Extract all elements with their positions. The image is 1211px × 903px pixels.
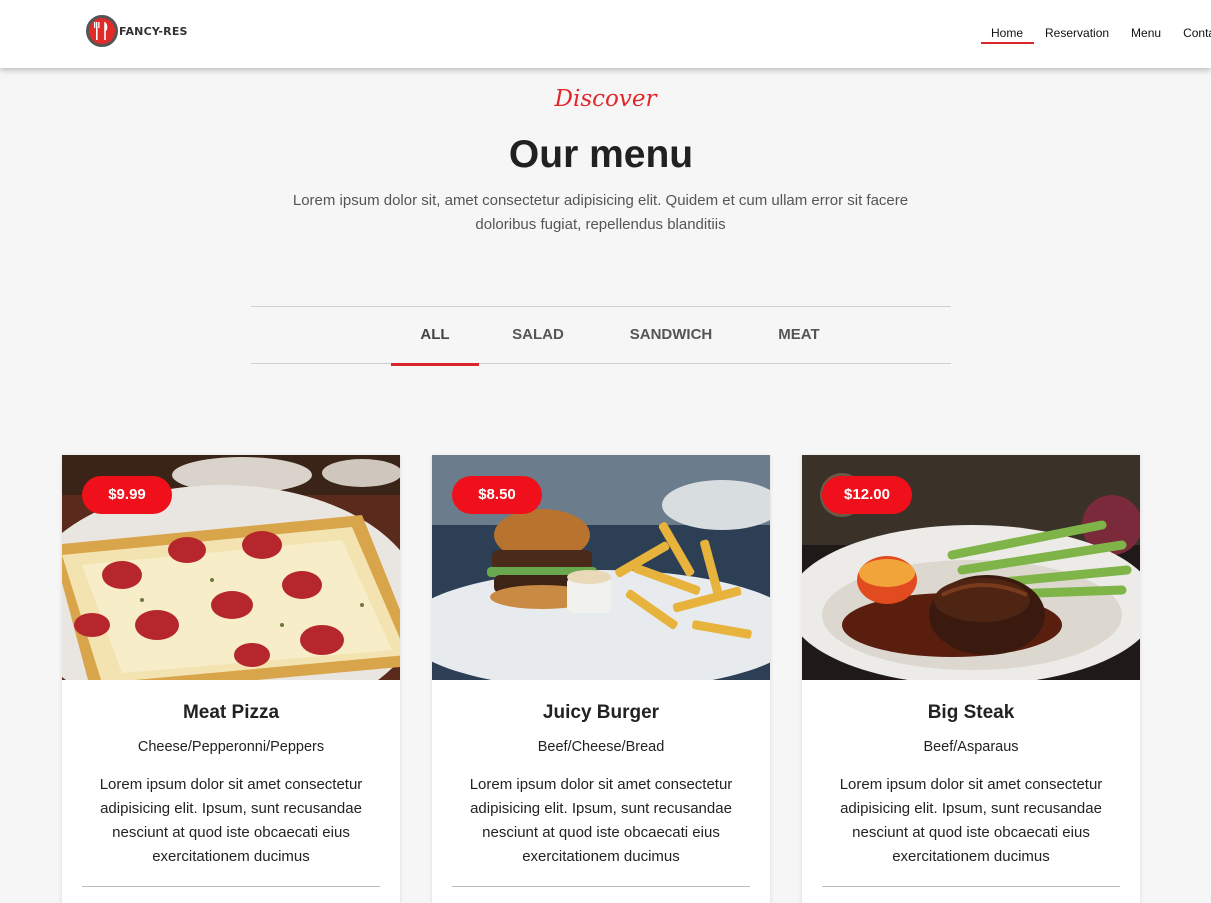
menu-card[interactable]: $12.00 Big Steak Beef/Asparaus Lorem ips… bbox=[802, 455, 1140, 903]
logo-text: FANCY-RES bbox=[119, 24, 188, 38]
divider bbox=[452, 886, 750, 887]
nav-menu[interactable]: Menu bbox=[1120, 0, 1172, 68]
card-title: Meat Pizza bbox=[182, 702, 280, 723]
section-subtitle: Lorem ipsum dolor sit, amet consectetur … bbox=[292, 192, 909, 233]
price-badge: $9.99 bbox=[82, 476, 172, 514]
card-description: Lorem ipsum dolor sit amet consectetur a… bbox=[99, 776, 363, 865]
nav-reservation[interactable]: Reservation bbox=[1034, 0, 1120, 68]
logo[interactable]: FANCY-RES bbox=[86, 15, 188, 47]
tab-salad[interactable]: SALAD bbox=[503, 307, 573, 364]
burger-photo: $8.50 bbox=[432, 455, 770, 680]
page-title: Our menu bbox=[508, 133, 694, 176]
site-header: FANCY-RES Home Reservation Menu Contact bbox=[0, 0, 1211, 68]
tab-meat[interactable]: MEAT bbox=[767, 307, 831, 364]
divider bbox=[822, 886, 1120, 887]
nav-contact[interactable]: Contact bbox=[1172, 0, 1211, 68]
tab-all[interactable]: ALL bbox=[391, 307, 479, 366]
card-ingredients: Cheese/Pepperonni/Peppers bbox=[137, 739, 325, 755]
pizza-photo: $9.99 bbox=[62, 455, 400, 680]
main-nav: Home Reservation Menu Contact bbox=[980, 0, 1211, 68]
nav-home[interactable]: Home bbox=[980, 0, 1035, 68]
price-badge: $8.50 bbox=[452, 476, 542, 514]
card-ingredients: Beef/Cheese/Bread bbox=[537, 739, 665, 755]
card-description: Lorem ipsum dolor sit amet consectetur a… bbox=[839, 776, 1103, 865]
steak-photo: $12.00 bbox=[802, 455, 1140, 680]
card-ingredients: Beef/Asparaus bbox=[923, 739, 1019, 755]
tab-sandwich[interactable]: SANDWICH bbox=[617, 307, 725, 364]
menu-card[interactable]: $9.99 Meat Pizza Cheese/Pepperonni/Peppe… bbox=[62, 455, 400, 903]
price-badge: $12.00 bbox=[822, 476, 912, 514]
fork-knife-icon bbox=[86, 15, 118, 47]
divider bbox=[82, 886, 380, 887]
menu-filter-tabs: ALL SALAD SANDWICH MEAT bbox=[251, 306, 951, 366]
section-kicker: Discover bbox=[554, 86, 657, 112]
card-title: Big Steak bbox=[927, 702, 1015, 723]
card-description: Lorem ipsum dolor sit amet consectetur a… bbox=[469, 776, 733, 865]
menu-card[interactable]: $8.50 Juicy Burger Beef/Cheese/Bread Lor… bbox=[432, 455, 770, 903]
card-title: Juicy Burger bbox=[542, 702, 660, 723]
